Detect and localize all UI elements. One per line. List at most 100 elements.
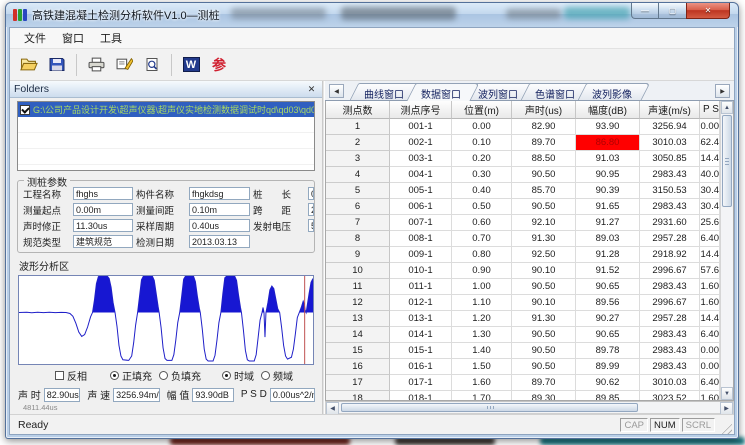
fill-0-radio[interactable]: 正填充 (110, 368, 152, 383)
table-header-cell[interactable]: 声时(us) (512, 101, 576, 119)
menu-item-1[interactable]: 窗口 (54, 28, 92, 48)
param-label: 桩 长 (253, 187, 305, 201)
param-value[interactable]: 0.40us (189, 219, 250, 232)
scroll-up-icon[interactable]: ▲ (721, 101, 733, 114)
panel-close-icon[interactable]: ✕ (305, 84, 318, 95)
table-row[interactable]: 1001-10.0082.9093.903256.940.00 (326, 119, 720, 135)
v-scrollbar[interactable]: ▲ ▼ (720, 101, 733, 400)
param-value[interactable]: 500V (308, 219, 314, 232)
table-row[interactable]: 4004-10.3090.5090.952983.4340.0 (326, 167, 720, 183)
table-row[interactable]: 14014-11.3090.5090.652983.436.40 (326, 327, 720, 343)
table-cell: 0.00 (700, 343, 720, 359)
readout-value[interactable]: 82.90us (44, 388, 81, 402)
minimize-button[interactable]: — (631, 3, 659, 19)
status-ready: Ready (18, 419, 48, 431)
tab-4[interactable]: 波列影像 (582, 83, 646, 100)
param-value[interactable]: fhgkdsg (189, 187, 250, 200)
invert-checkbox[interactable]: 反相 (55, 368, 87, 383)
param-value[interactable]: 0.00m (73, 203, 133, 216)
title-bar[interactable]: 高铁建混凝土检测分析软件V1.0—测桩 — ▢ ✕ (6, 3, 738, 27)
folders-list[interactable]: G:\公司产品设计开发\超声仪器\超声仪实地检测数据调试时qd\qd03\qd0… (17, 101, 315, 171)
table-cell: 3023.52 (640, 391, 700, 400)
waveform-plot[interactable] (18, 275, 314, 365)
table-row[interactable]: 6006-10.5090.5091.652983.43230.4 (326, 199, 720, 215)
table-cell: 6.40 (700, 375, 720, 391)
table-cell: 3150.53 (640, 183, 700, 199)
table-header-row: 测点数测点序号位置(m)声时(us)幅度(dB)声速(m/s)P S D(us (326, 101, 720, 119)
param-value[interactable]: 2013.03.13 (189, 235, 250, 248)
table-row[interactable]: 11011-11.0090.5090.652983.431.60 (326, 279, 720, 295)
checkbox-icon (55, 371, 64, 380)
h-scrollbar[interactable]: ◀ ▶ (325, 401, 734, 414)
row-number-cell: 14 (326, 327, 390, 343)
menu-item-0[interactable]: 文件 (16, 28, 54, 48)
table-row[interactable]: 3003-10.2088.5091.033050.8514.4 (326, 151, 720, 167)
table-cell: 1.70 (452, 391, 512, 400)
table-cell: 40.0 (700, 167, 720, 183)
menu-item-2[interactable]: 工具 (92, 28, 130, 48)
table-row[interactable]: 18018-11.7089.3089.853023.521.60 (326, 391, 720, 400)
param-value[interactable]: 建筑规范 (73, 235, 133, 248)
scroll-left-icon[interactable]: ◀ (326, 402, 339, 414)
table-row[interactable]: 7007-10.6092.1091.272931.6025.6 (326, 215, 720, 231)
tab-scroll-right-icon[interactable]: ▶ (715, 84, 730, 98)
readout-label: 幅 值 (167, 387, 190, 402)
folder-checkbox-icon[interactable] (20, 105, 30, 115)
scroll-down-icon[interactable]: ▼ (721, 387, 733, 400)
table-header-cell[interactable]: 测点数 (326, 101, 390, 119)
tab-scroll-left-icon[interactable]: ◀ (329, 84, 344, 98)
table-header-cell[interactable]: 位置(m) (452, 101, 512, 119)
table-header-cell[interactable]: P S D(us (700, 101, 720, 119)
table-row[interactable]: 10010-10.9090.1091.522996.6757.6 (326, 263, 720, 279)
table-row[interactable]: 8008-10.7091.3089.032957.286.40 (326, 231, 720, 247)
table-row[interactable]: 17017-11.6089.7090.623010.036.40 (326, 375, 720, 391)
table-cell: 91.03 (576, 151, 640, 167)
wave-readouts: 声 时82.90us声 速3256.94m/s幅 值93.90dBP S D0.… (17, 387, 315, 402)
table-cell: 57.6 (700, 263, 720, 279)
domain-1-radio[interactable]: 频域 (261, 368, 293, 383)
table-header-cell[interactable]: 声速(m/s) (640, 101, 700, 119)
table-row[interactable]: 2002-10.1089.7086.803010.03462.4 (326, 135, 720, 151)
maximize-button[interactable]: ▢ (659, 3, 686, 19)
resize-grip[interactable] (719, 421, 732, 434)
folders-empty-row (18, 117, 314, 133)
readout-value[interactable]: 3256.94m/s (113, 388, 159, 402)
scroll-right-icon[interactable]: ▶ (720, 402, 733, 414)
domain-0-radio[interactable]: 时域 (222, 368, 254, 383)
param-value[interactable]: 270mm (308, 203, 314, 216)
table-cell: 6.40 (700, 231, 720, 247)
table-cell: 462.4 (700, 135, 720, 151)
table-cell: 3010.03 (640, 135, 700, 151)
v-scroll-thumb[interactable] (722, 115, 732, 207)
print-preview-button[interactable] (139, 52, 165, 78)
param-value[interactable]: 11.30us (73, 219, 133, 232)
param-value[interactable]: fhghs (73, 187, 133, 200)
save-button[interactable] (44, 52, 70, 78)
print-button[interactable] (83, 52, 109, 78)
param-value[interactable]: 0.10m (189, 203, 250, 216)
table-row[interactable]: 12012-11.1090.1089.562996.671.60 (326, 295, 720, 311)
fill-1-radio[interactable]: 负填充 (159, 368, 201, 383)
table-header-cell[interactable]: 测点序号 (390, 101, 452, 119)
open-button[interactable] (16, 52, 42, 78)
table-row[interactable]: 9009-10.8092.5091.282918.9214.4 (326, 247, 720, 263)
tab-1[interactable]: 数据窗口 (411, 83, 475, 100)
h-scroll-thumb[interactable] (341, 403, 638, 412)
table-row[interactable]: 15015-11.4090.5089.782983.430.00 (326, 343, 720, 359)
tab-label: 数据窗口 (421, 90, 461, 101)
table-row[interactable]: 16016-11.5090.5089.992983.430.00 (326, 359, 720, 375)
word-export-button[interactable]: W (178, 52, 204, 78)
row-number-cell: 4 (326, 167, 390, 183)
parameters-button[interactable]: 参 (206, 52, 232, 78)
readout-value[interactable]: 93.90dB (192, 388, 234, 402)
folder-item[interactable]: G:\公司产品设计开发\超声仪器\超声仪实地检测数据调试时qd\qd03\qd0… (18, 102, 314, 117)
table-row[interactable]: 13013-11.2091.3090.272957.2814.4 (326, 311, 720, 327)
print-setup-button[interactable] (111, 52, 137, 78)
close-button[interactable]: ✕ (686, 3, 730, 19)
tab-list: 曲线窗口数据窗口波列窗口色谱窗口波列影像 (346, 83, 639, 100)
readout-value[interactable]: 0.00us^2/m (270, 388, 315, 402)
table-header-cell[interactable]: 幅度(dB) (576, 101, 640, 119)
table-row[interactable]: 5005-10.4085.7090.393150.53230.4 (326, 183, 720, 199)
status-bar: Ready CAPNUMSCRL (10, 414, 734, 434)
param-value[interactable]: 0.00m (308, 187, 314, 200)
